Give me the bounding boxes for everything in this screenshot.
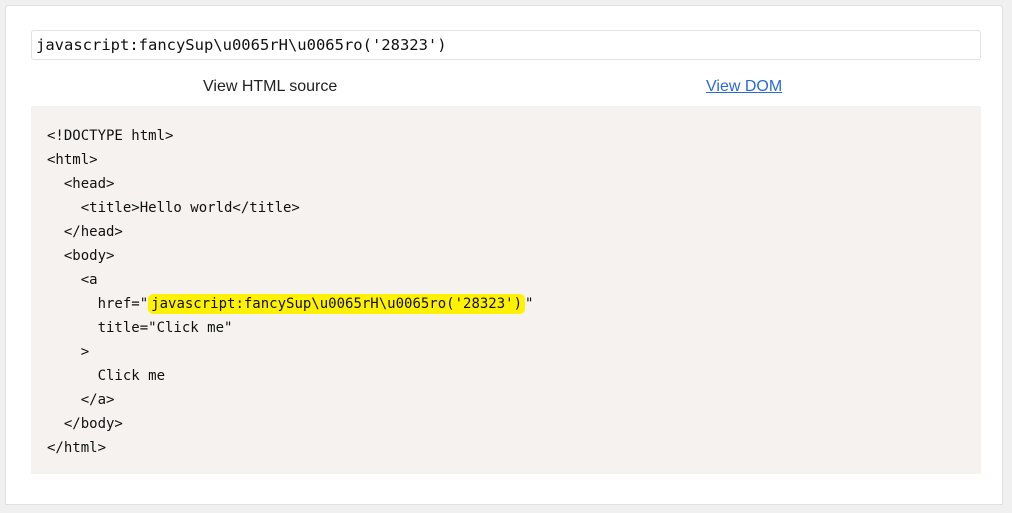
main-card: View HTML source View DOM <!DOCTYPE html…: [5, 5, 1003, 505]
code-line: title="Click me": [47, 320, 233, 336]
code-line: <head>: [47, 176, 115, 192]
code-line: </body>: [47, 416, 123, 432]
code-line: </head>: [47, 224, 123, 240]
code-line: </html>: [47, 440, 107, 456]
url-input[interactable]: [31, 30, 981, 60]
code-line: </a>: [47, 392, 115, 408]
href-attribute-prefix: href=": [47, 296, 149, 312]
tab-view-html-source: View HTML source: [203, 78, 338, 95]
tab-view-dom-link[interactable]: View DOM: [706, 78, 782, 96]
view-tabs: View HTML source View DOM: [31, 76, 981, 98]
code-line: >: [47, 344, 90, 360]
code-line: <!DOCTYPE html>: [47, 128, 174, 144]
code-line-href: href=" javascript:fancySup\u0065rH\u0065r…: [47, 292, 965, 316]
code-line: <html>: [47, 152, 98, 168]
highlighted-href-value: javascript:fancySup\u0065rH\u0065ro('283…: [148, 294, 526, 314]
code-line: <a: [47, 272, 98, 288]
code-line: <title>Hello world</title>: [47, 200, 300, 216]
code-line: <body>: [47, 248, 115, 264]
code-line: Click me: [47, 368, 166, 384]
href-attribute-suffix: ": [525, 296, 534, 312]
html-source-panel: <!DOCTYPE html> <html> <head> <title>Hel…: [31, 106, 981, 474]
